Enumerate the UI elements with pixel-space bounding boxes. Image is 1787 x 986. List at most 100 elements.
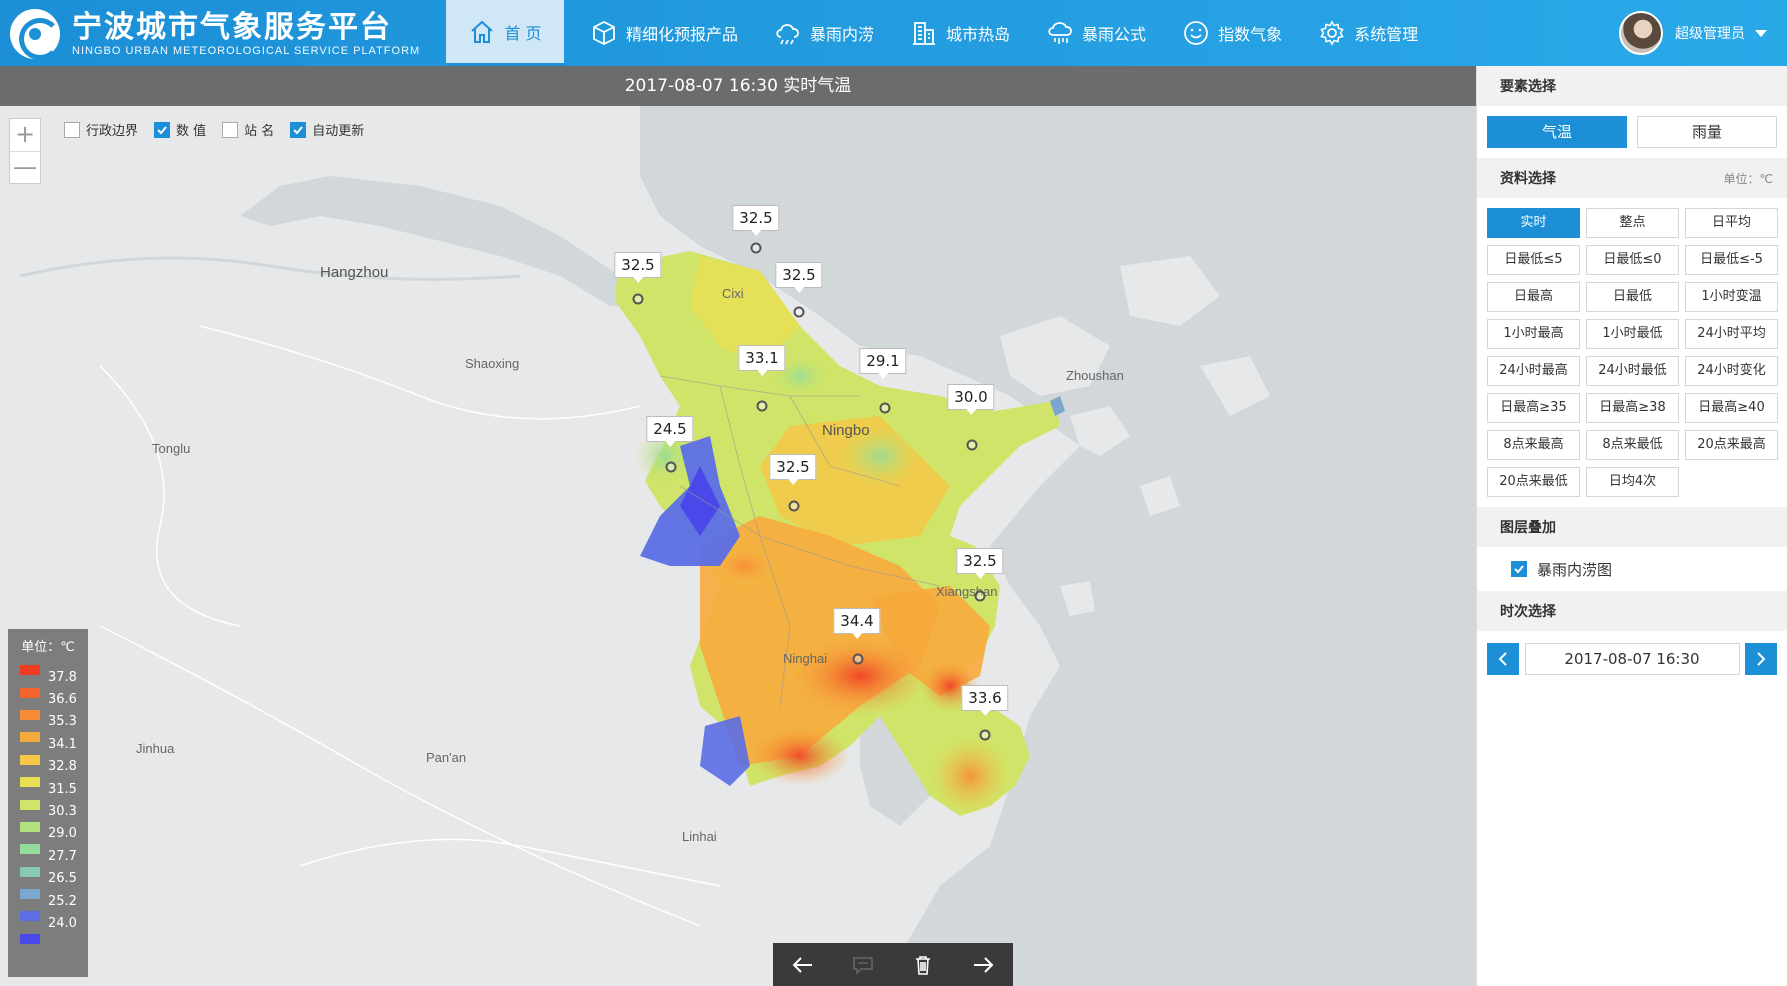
checkbox[interactable]	[154, 121, 171, 138]
data-option-button[interactable]: 20点来最低	[1487, 467, 1580, 497]
station-marker[interactable]	[852, 653, 864, 665]
checkbox[interactable]	[64, 121, 80, 138]
logo-mark-icon	[10, 9, 61, 60]
station-value[interactable]: 32.5	[956, 548, 1004, 579]
element-rainfall-button[interactable]: 雨量	[1637, 116, 1777, 148]
data-option-button[interactable]: 24小时变化	[1685, 356, 1778, 386]
checkbox[interactable]	[290, 121, 307, 138]
app-logo[interactable]: 宁波城市气象服务平台 NINGBO URBAN METEOROLOGICAL S…	[10, 8, 430, 60]
prev-time-button[interactable]	[1487, 643, 1519, 675]
nav-item-system[interactable]: 系统管理	[1300, 0, 1436, 66]
data-option-button[interactable]: 日最低	[1586, 282, 1679, 312]
station-value[interactable]: 30.0	[947, 384, 995, 415]
zoom-in-button[interactable]: +	[10, 119, 40, 151]
station-value[interactable]: 34.4	[833, 608, 881, 639]
nav-item-forecast[interactable]: 精细化预报产品	[572, 0, 756, 66]
chevron-right-icon	[1757, 652, 1766, 666]
checkbox[interactable]	[222, 121, 239, 138]
station-value[interactable]: 33.1	[738, 345, 786, 376]
city-label: Xiangshan	[936, 584, 998, 599]
color-legend: 单位：℃ 37.8 36.6 35.3 34.1 32.8 31.5 30.3 29.0 27.…	[8, 629, 88, 977]
station-value[interactable]: 32.5	[775, 262, 823, 293]
legend-value: 24.0	[48, 916, 77, 931]
data-option-button[interactable]: 实时	[1487, 208, 1580, 238]
data-option-button[interactable]: 8点来最低	[1586, 430, 1679, 460]
station-marker[interactable]	[665, 461, 677, 473]
legend-row	[8, 928, 88, 950]
next-time-button[interactable]	[1745, 643, 1777, 675]
data-option-button[interactable]: 24小时最高	[1487, 356, 1580, 386]
data-option-button[interactable]: 8点来最高	[1487, 430, 1580, 460]
data-option-button[interactable]: 24小时平均	[1685, 319, 1778, 349]
user-menu[interactable]: 超级管理员	[1619, 10, 1767, 56]
city-label: Linhai	[682, 829, 717, 844]
station-value[interactable]: 29.1	[859, 348, 907, 379]
option-station-names[interactable]: 站 名	[222, 120, 274, 139]
side-panel: 要素选择 气温 雨量 资料选择 单位：℃ 实时 整点 日平均 日最低≤5 日最低≤0 日最…	[1476, 66, 1787, 986]
data-option-button[interactable]: 日最低≤0	[1586, 245, 1679, 275]
option-label: 自动更新	[312, 124, 365, 139]
arrow-left-icon[interactable]	[788, 950, 818, 980]
element-temperature-button[interactable]: 气温	[1487, 116, 1627, 148]
data-option-button[interactable]: 日最高≥40	[1685, 393, 1778, 423]
station-marker[interactable]	[793, 306, 805, 318]
legend-swatch	[20, 687, 40, 698]
smile-icon	[1182, 19, 1210, 47]
data-option-button[interactable]: 日均4次	[1586, 467, 1679, 497]
data-option-button[interactable]: 日最高≥35	[1487, 393, 1580, 423]
legend-swatch	[20, 665, 40, 676]
nav-item-rain-formula[interactable]: 暴雨公式	[1028, 0, 1164, 66]
station-value[interactable]: 32.5	[769, 454, 817, 485]
zoom-out-button[interactable]: —	[10, 151, 40, 183]
station-marker[interactable]	[974, 590, 986, 602]
station-value[interactable]: 32.5	[732, 205, 780, 236]
data-option-button[interactable]: 1小时最低	[1586, 319, 1679, 349]
gear-icon	[1318, 19, 1346, 47]
section-title: 图层叠加	[1500, 520, 1556, 536]
station-marker[interactable]	[632, 293, 644, 305]
nav-item-label: 城市热岛	[946, 25, 1011, 44]
station-marker[interactable]	[879, 402, 891, 414]
data-option-button[interactable]: 日最高	[1487, 282, 1580, 312]
option-values[interactable]: 数 值	[154, 120, 206, 139]
city-label: Ningbo	[822, 422, 870, 439]
station-value[interactable]: 24.5	[646, 416, 694, 447]
legend-row: 36.6	[8, 681, 88, 707]
station-marker[interactable]	[979, 729, 991, 741]
data-option-button[interactable]: 日最高≥38	[1586, 393, 1679, 423]
comment-icon[interactable]	[848, 950, 878, 980]
option-label: 数 值	[176, 124, 207, 139]
checkbox[interactable]	[1511, 561, 1527, 577]
option-auto-update[interactable]: 自动更新	[290, 120, 364, 139]
trash-icon[interactable]	[908, 950, 938, 980]
data-option-button[interactable]: 24小时最低	[1586, 356, 1679, 386]
data-option-button[interactable]: 20点来最高	[1685, 430, 1778, 460]
station-marker[interactable]	[788, 500, 800, 512]
station-value[interactable]: 32.5	[614, 252, 662, 283]
nav-item-heat-island[interactable]: 城市热岛	[892, 0, 1028, 66]
section-title: 时次选择	[1500, 604, 1556, 620]
nav-item-label: 暴雨内涝	[810, 25, 875, 44]
legend-row: 24.0	[8, 905, 88, 931]
section-header-time: 时次选择	[1477, 591, 1787, 631]
nav-item-index-weather[interactable]: 指数气象	[1164, 0, 1300, 66]
nav-item-home[interactable]: 首 页	[446, 0, 564, 66]
station-marker[interactable]	[750, 242, 762, 254]
zoom-control: + —	[9, 118, 41, 184]
time-field[interactable]: 2017-08-07 16:30	[1524, 643, 1740, 675]
data-option-button[interactable]: 日平均	[1685, 208, 1778, 238]
legend-row: 29.0	[8, 816, 88, 841]
station-marker[interactable]	[756, 400, 768, 412]
layer-option-rainstorm[interactable]: 暴雨内涝图	[1477, 547, 1787, 591]
data-option-button[interactable]: 日最低≤-5	[1685, 245, 1778, 275]
station-value[interactable]: 33.6	[961, 685, 1009, 716]
data-option-button[interactable]: 日最低≤5	[1487, 245, 1580, 275]
station-marker[interactable]	[966, 439, 978, 451]
data-option-button[interactable]: 整点	[1586, 208, 1679, 238]
option-admin-boundary[interactable]: 行政边界	[64, 120, 138, 139]
nav-item-rainstorm[interactable]: 暴雨内涝	[756, 0, 892, 66]
map-view[interactable]: 2017-08-07 16:30 实时气温 + — 行政边界 数 值 站 名 自…	[0, 66, 1476, 986]
data-option-button[interactable]: 1小时变温	[1685, 282, 1778, 312]
arrow-right-icon[interactable]	[968, 950, 998, 980]
data-option-button[interactable]: 1小时最高	[1487, 319, 1580, 349]
